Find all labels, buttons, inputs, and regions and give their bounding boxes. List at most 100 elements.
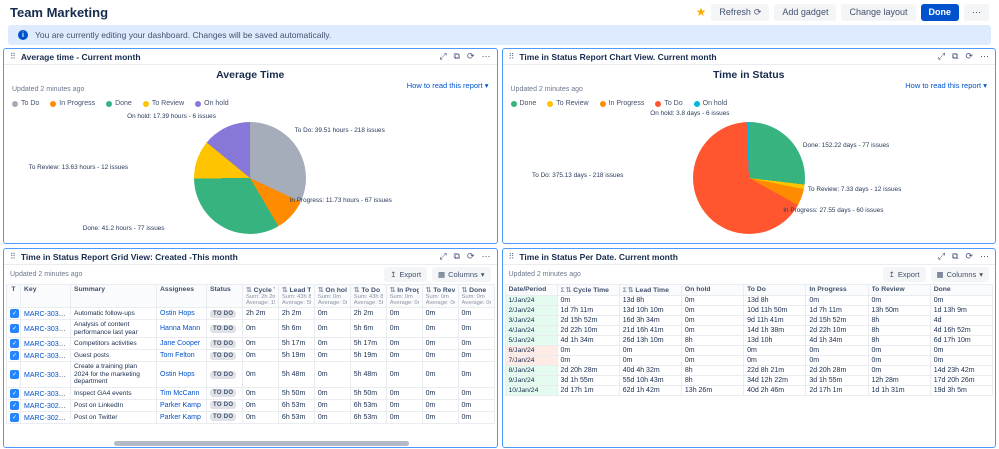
sort-icon[interactable]: ⇅: [282, 287, 288, 294]
metric-value-cell: 0m: [868, 346, 930, 356]
column-header-t[interactable]: T: [7, 285, 21, 308]
gadget-more-icon[interactable]: ⋯: [980, 51, 989, 62]
columns-dropdown[interactable]: ▦ Columns ▾: [432, 267, 490, 282]
more-options-button[interactable]: ⋯: [964, 4, 989, 21]
issue-key-link[interactable]: MARC-3022: [24, 403, 66, 410]
column-header-assignees[interactable]: Assignees: [157, 285, 207, 308]
assignee-link[interactable]: Ostin Hops: [160, 310, 195, 317]
legend-item[interactable]: On hold: [694, 100, 728, 107]
sort-icon[interactable]: ⇅: [390, 287, 396, 294]
issue-key-link[interactable]: MARC-3037: [24, 326, 66, 333]
column-header-to-do[interactable]: ⇅ To DoSum: 43h 8mAverage: 5h 23m: [350, 285, 386, 308]
fullscreen-icon[interactable]: ⧉: [454, 251, 460, 262]
column-header-lead-time[interactable]: ⇅ Lead TimeSum: 43h 8mAverage: 5h 23m: [278, 285, 314, 308]
help-link[interactable]: How to read this report ▾: [407, 81, 489, 90]
refresh-gadget-icon[interactable]: ⟳: [467, 51, 475, 62]
drag-handle-icon[interactable]: ⠿: [10, 252, 16, 261]
column-header-date-period[interactable]: Date/Period: [505, 285, 557, 296]
column-header-cycle-time[interactable]: ⇅ Cycle TimeSum: 2h 2mAverage: 15m: [243, 285, 279, 308]
column-header-lead-time[interactable]: Σ⇅ Lead Time: [619, 285, 681, 296]
legend-item[interactable]: On hold: [195, 100, 229, 107]
refresh-button[interactable]: Refresh ⟳: [711, 4, 769, 21]
assignee-link[interactable]: Tom Felton: [160, 352, 195, 359]
drag-handle-icon[interactable]: ⠿: [10, 52, 16, 61]
gadget-more-icon[interactable]: ⋯: [482, 51, 491, 62]
legend-item[interactable]: To Do: [12, 100, 39, 107]
maximize-icon[interactable]: ⤢: [938, 51, 945, 62]
legend-item[interactable]: To Review: [547, 100, 588, 107]
drag-handle-icon[interactable]: ⠿: [509, 252, 515, 261]
column-header-in-progress[interactable]: In Progress: [806, 285, 868, 296]
issue-key-link[interactable]: MARC-3038: [24, 311, 66, 318]
column-header-to-do[interactable]: To Do: [744, 285, 806, 296]
sort-icon[interactable]: ⇅: [426, 287, 432, 294]
key-cell: MARC-3022: [21, 399, 71, 411]
gadget-more-icon[interactable]: ⋯: [980, 251, 989, 262]
metric-value-cell: 0m: [422, 308, 458, 320]
legend-item[interactable]: Done: [106, 100, 132, 107]
metric-value-cell: 5h 17m: [278, 338, 314, 350]
column-header-on-hold[interactable]: On hold: [681, 285, 743, 296]
column-header-in-progress[interactable]: ⇅ In ProgressSum: 0mAverage: 0m: [386, 285, 422, 308]
sort-icon[interactable]: ⇅: [246, 287, 252, 294]
done-button[interactable]: Done: [921, 4, 960, 21]
columns-dropdown[interactable]: ▦ Columns ▾: [931, 267, 989, 282]
legend-item[interactable]: Done: [511, 100, 537, 107]
export-button[interactable]: ↥ Export: [384, 267, 427, 282]
metric-value-cell: 6h 53m: [350, 399, 386, 411]
pie-chart-area: Done: 152.22 days - 77 issuesTo Review: …: [503, 109, 996, 244]
column-header-on-hold[interactable]: ⇅ On holdSum: 0mAverage: 0m: [314, 285, 350, 308]
legend-item[interactable]: In Progress: [600, 100, 645, 107]
assignee-link[interactable]: Tim McCann: [160, 390, 199, 397]
column-header-done[interactable]: ⇅ DoneSum: 0mAverage: 0m: [458, 285, 494, 308]
sort-icon[interactable]: ⇅: [566, 287, 572, 294]
maximize-icon[interactable]: ⤢: [439, 51, 446, 62]
issue-key-link[interactable]: MARC-3021: [24, 415, 66, 422]
favorite-star-icon[interactable]: ★: [696, 5, 707, 19]
assignee-link[interactable]: Hanna Mann: [160, 325, 200, 332]
fullscreen-icon[interactable]: ⧉: [454, 51, 460, 62]
refresh-gadget-icon[interactable]: ⟳: [965, 51, 973, 62]
sort-icon[interactable]: ⇅: [318, 287, 324, 294]
column-header-key[interactable]: Key: [21, 285, 71, 308]
refresh-gadget-icon[interactable]: ⟳: [965, 251, 973, 262]
column-header-done[interactable]: Done: [930, 285, 992, 296]
sort-icon[interactable]: ⇅: [628, 287, 634, 294]
maximize-icon[interactable]: ⤢: [439, 251, 446, 262]
issue-key-link[interactable]: MARC-3035: [24, 353, 66, 360]
column-header-to-review[interactable]: ⇅ To ReviewSum: 0mAverage: 0m: [422, 285, 458, 308]
issue-key-link[interactable]: MARC-3036: [24, 341, 66, 348]
column-header-cycle-time[interactable]: Σ⇅ Cycle Time: [557, 285, 619, 296]
average-time-pie-chart[interactable]: [194, 122, 306, 234]
change-layout-button[interactable]: Change layout: [841, 4, 915, 21]
add-gadget-button[interactable]: Add gadget: [774, 4, 836, 21]
export-button[interactable]: ↥ Export: [883, 267, 926, 282]
assignee-link[interactable]: Parker Kamp: [160, 414, 201, 421]
column-header-status[interactable]: Status: [207, 285, 243, 308]
assignee-link[interactable]: Parker Kamp: [160, 402, 201, 409]
horizontal-scrollbar[interactable]: [114, 441, 409, 446]
drag-handle-icon[interactable]: ⠿: [509, 52, 515, 61]
time-in-status-pie-chart[interactable]: [693, 122, 805, 234]
metric-value-cell: 0m: [458, 350, 494, 362]
issue-key-link[interactable]: MARC-3032: [24, 391, 66, 398]
column-header-summary[interactable]: Summary: [71, 285, 157, 308]
gadget-more-icon[interactable]: ⋯: [482, 251, 491, 262]
maximize-icon[interactable]: ⤢: [938, 251, 945, 262]
help-link[interactable]: How to read this report ▾: [905, 81, 987, 90]
gadget-average-time: ⠿ Average time - Current month ⤢ ⧉ ⟳ ⋯ A…: [3, 48, 498, 244]
legend-item[interactable]: To Review: [143, 100, 184, 107]
fullscreen-icon[interactable]: ⧉: [952, 251, 958, 262]
column-header-to-review[interactable]: To Review: [868, 285, 930, 296]
sort-icon[interactable]: ⇅: [354, 287, 360, 294]
legend-item[interactable]: In Progress: [50, 100, 95, 107]
fullscreen-icon[interactable]: ⧉: [952, 51, 958, 62]
assignee-link[interactable]: Jane Cooper: [160, 340, 200, 347]
refresh-gadget-icon[interactable]: ⟳: [467, 251, 475, 262]
chevron-down-icon: ▾: [983, 81, 987, 90]
chart-title: Average Time: [4, 69, 497, 81]
legend-item[interactable]: To Do: [655, 100, 682, 107]
sort-icon[interactable]: ⇅: [462, 287, 468, 294]
issue-key-link[interactable]: MARC-3034: [24, 372, 66, 379]
assignee-link[interactable]: Ostin Hops: [160, 371, 195, 378]
